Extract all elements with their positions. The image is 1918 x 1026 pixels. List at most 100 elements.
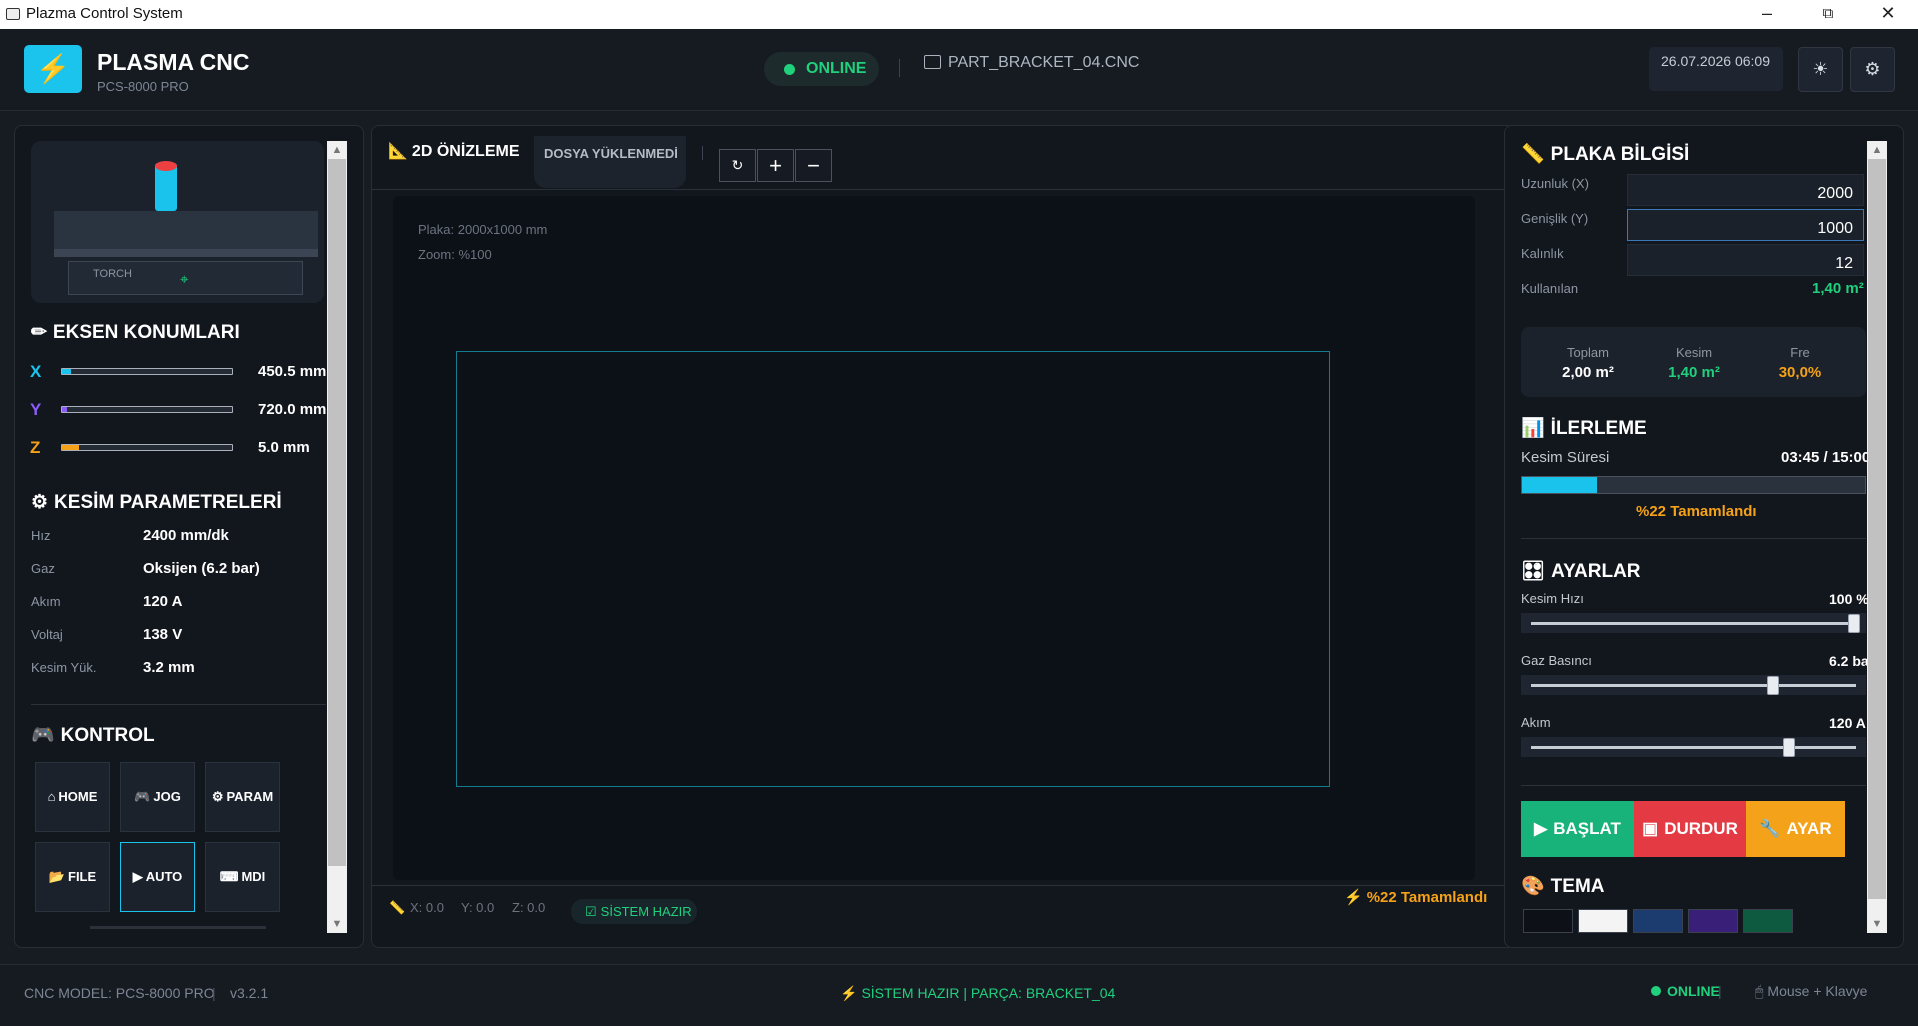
control-mdi-button[interactable]: ⌨ MDI [205, 842, 280, 912]
footer-divider-2: | [1718, 983, 1722, 999]
slider-knob[interactable] [1783, 738, 1796, 757]
theme-title-text: TEMA [1550, 876, 1605, 897]
stat-label: Toplam [1567, 345, 1609, 360]
scroll-thumb[interactable] [1868, 159, 1886, 899]
lightning-icon: ⚡ [840, 985, 858, 1001]
slider-knob[interactable] [1767, 676, 1780, 695]
control-auto-button[interactable]: ▶ AUTO [120, 842, 195, 912]
slider-knob[interactable] [1848, 614, 1860, 633]
gamepad-icon: 🎮 [31, 725, 55, 746]
stop-icon: ▣ [1642, 819, 1659, 838]
machine-bed [54, 211, 318, 249]
crosshair-icon: ⌖ [180, 271, 189, 288]
start-label: BAŞLAT [1553, 819, 1621, 838]
coord-z: Z: 0.0 [512, 900, 546, 915]
refresh-icon: ↻ [731, 157, 744, 173]
chart-icon: 📊 [1521, 418, 1545, 439]
close-button[interactable]: ✕ [1868, 3, 1908, 24]
control-jog-button[interactable]: 🎮 JOG [120, 762, 195, 832]
plate-size-info: Plaka: 2000x1000 mm [418, 222, 548, 237]
minus-icon: − [807, 153, 820, 178]
slider-track[interactable] [1521, 675, 1866, 695]
param-label: Kesim Yük. [31, 660, 97, 675]
tab-divider [702, 146, 703, 160]
start-button[interactable]: ▶ BAŞLAT [1521, 801, 1634, 857]
home-icon: ⌂ [47, 789, 56, 804]
machine-rail [54, 249, 318, 257]
app-icon [6, 8, 20, 20]
settings-button[interactable]: ⚙ [1850, 47, 1895, 92]
theme-swatch[interactable] [1743, 909, 1793, 933]
folder-icon [924, 55, 941, 69]
sliders-icon: 🎛 [1521, 561, 1546, 582]
stop-label: DURDUR [1664, 819, 1738, 838]
control-auto-label: AUTO [145, 869, 183, 884]
adjust-button[interactable]: 🔧 AYAR [1746, 801, 1845, 857]
scroll-down-arrow[interactable]: ▼ [1867, 915, 1887, 933]
ruler-small-icon: 📏 [389, 900, 406, 915]
zoom-info: Zoom: %100 [418, 247, 492, 262]
control-param-button[interactable]: ⚙ PARAM [205, 762, 280, 832]
axis-bar-fill [62, 445, 79, 450]
cut-time-value: 03:45 / 15:00 [1781, 449, 1871, 466]
mouse-icon: 🖱 [1755, 983, 1764, 999]
footer-version: v3.2.1 [230, 985, 269, 1001]
stat-label: Kesim [1675, 345, 1713, 360]
param-label: Voltaj [31, 627, 63, 642]
control-divider [90, 926, 266, 929]
control-param-label: PARAM [226, 789, 274, 804]
minimize-button[interactable]: – [1747, 3, 1787, 24]
thickness-input[interactable] [1627, 244, 1864, 276]
left-scrollbar[interactable]: ▲ ▼ [327, 141, 347, 933]
scroll-up-arrow[interactable]: ▲ [327, 141, 347, 159]
tab-file-status[interactable]: DOSYA YÜKLENMEDİ [534, 136, 686, 188]
zoom-out-button[interactable]: − [795, 149, 832, 182]
zoom-in-button[interactable]: + [757, 149, 794, 182]
header-divider [899, 59, 900, 77]
width-label: Genişlik (Y) [1521, 211, 1589, 226]
restore-button[interactable]: ⧉ [1808, 5, 1848, 22]
slider-track[interactable] [1521, 737, 1866, 757]
settings-section-title: 🎛 AYARLAR [1521, 559, 1641, 583]
param-value: 138 V [143, 626, 183, 643]
control-file-label: FILE [68, 869, 97, 884]
footer-input-text: Mouse + Klavye [1767, 983, 1868, 999]
control-jog-label: JOG [153, 789, 181, 804]
used-value: 1,40 m² [1812, 280, 1864, 297]
control-home-button[interactable]: ⌂ HOME [35, 762, 110, 832]
window-title-bar: Plazma Control System – ⧉ ✕ [0, 0, 1918, 29]
scroll-thumb[interactable] [328, 159, 346, 866]
center-footer-divider [371, 885, 1504, 886]
window-title: Plazma Control System [26, 5, 183, 22]
system-ready-badge: ☑ SİSTEM HAZIR [571, 899, 697, 924]
slider-track[interactable] [1521, 613, 1866, 633]
brightness-button[interactable]: ☀ [1798, 47, 1843, 92]
right-scrollbar[interactable]: ▲ ▼ [1867, 141, 1887, 933]
theme-swatch[interactable] [1688, 909, 1738, 933]
theme-swatch[interactable] [1578, 909, 1628, 933]
control-file-button[interactable]: 📂 FILE [35, 842, 110, 912]
tab-2d-preview[interactable]: 📐 2D ÖNİZLEME [388, 141, 519, 161]
length-input[interactable] [1627, 174, 1864, 206]
axis-z-label: Z [30, 438, 41, 457]
axis-y-label: Y [30, 400, 42, 419]
theme-swatch[interactable] [1523, 909, 1573, 933]
theme-swatch[interactable] [1633, 909, 1683, 933]
reset-view-button[interactable]: ↻ [719, 149, 756, 182]
slider-value: 100 % [1829, 591, 1869, 607]
machine-preview: TORCH ⌖ [31, 141, 324, 303]
status-footer: CNC MODEL: PCS-8000 PRO | v3.2.1 ⚡ SİSTEM… [0, 964, 1918, 1026]
control-mdi-label: MDI [241, 869, 266, 884]
scroll-down-arrow[interactable]: ▼ [327, 915, 347, 933]
center-progress-text: %22 Tamamlandı [1366, 889, 1488, 906]
progress-title-text: İLERLEME [1550, 418, 1647, 439]
params-title-text: KESİM PARAMETRELERİ [54, 492, 282, 513]
axis-x-value: 450.5 mm [258, 363, 327, 380]
stat-value: 1,40 m² [1668, 364, 1720, 381]
stop-button[interactable]: ▣ DURDUR [1634, 801, 1746, 857]
ruler-icon: 📏 [1521, 144, 1545, 165]
progress-section-title: 📊 İLERLEME [1521, 416, 1647, 440]
width-input[interactable] [1627, 209, 1864, 241]
param-value: 2400 mm/dk [143, 527, 229, 544]
scroll-up-arrow[interactable]: ▲ [1867, 141, 1887, 159]
